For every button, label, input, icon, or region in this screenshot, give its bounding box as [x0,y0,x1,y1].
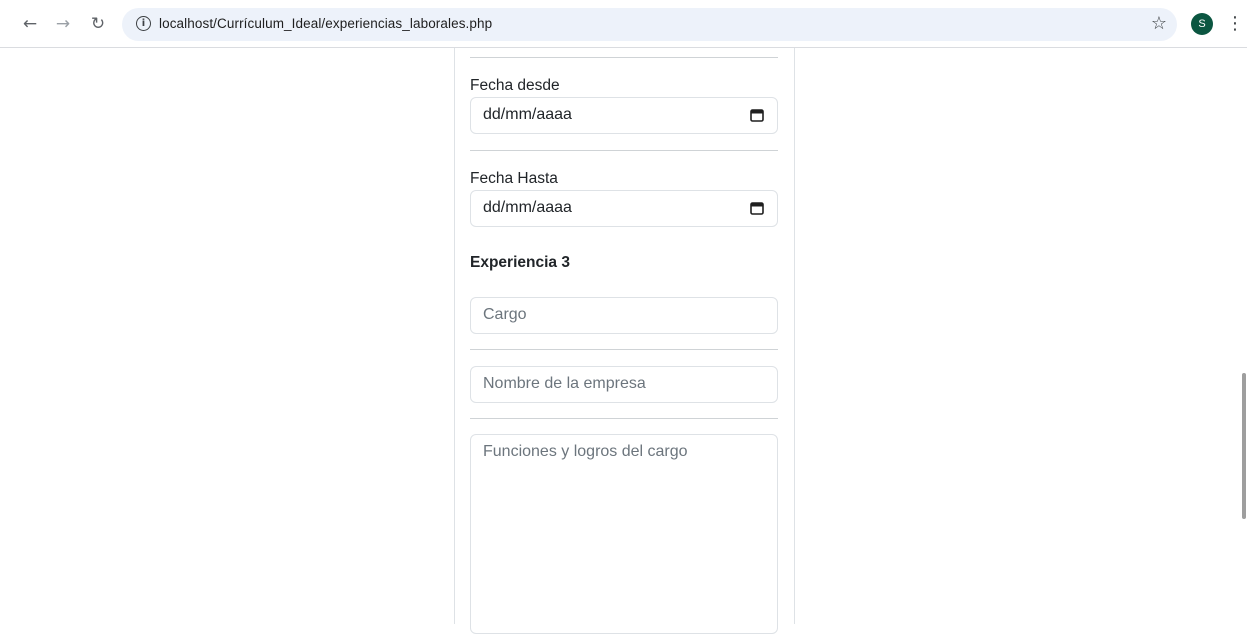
profile-avatar[interactable]: S [1191,13,1213,35]
divider [470,349,778,350]
column-divider-left [454,48,455,624]
browser-toolbar: ← → ↻ i localhost/Currículum_Ideal/exper… [0,0,1247,48]
fecha-hasta-value: dd/mm/aaaa [483,199,572,216]
divider [470,57,778,58]
cargo-input[interactable]: Cargo [470,297,778,334]
experiencia-3-heading: Experiencia 3 [470,254,570,271]
empresa-input[interactable]: Nombre de la empresa [470,366,778,403]
funciones-textarea[interactable]: Funciones y logros del cargo [470,434,778,634]
divider [470,150,778,151]
site-info-icon[interactable]: i [136,16,151,31]
fecha-desde-value: dd/mm/aaaa [483,106,572,123]
page-content: Fecha desde dd/mm/aaaa Fecha Hasta dd/mm… [0,48,1247,634]
fecha-desde-label: Fecha desde [470,77,560,94]
page-scrollbar-track[interactable] [1241,48,1247,624]
fecha-desde-input[interactable]: dd/mm/aaaa [470,97,778,134]
column-divider-right [794,48,795,624]
calendar-icon[interactable] [750,108,764,122]
funciones-placeholder: Funciones y logros del cargo [483,443,688,460]
fecha-hasta-input[interactable]: dd/mm/aaaa [470,190,778,227]
empresa-placeholder: Nombre de la empresa [483,375,646,392]
fecha-hasta-label: Fecha Hasta [470,170,558,187]
cargo-placeholder: Cargo [483,306,527,323]
back-icon[interactable]: ← [18,12,42,36]
calendar-icon[interactable] [750,201,764,215]
bookmark-star-icon[interactable]: ☆ [1151,13,1167,34]
url-text[interactable]: localhost/Currículum_Ideal/experiencias_… [159,16,492,31]
page-scrollbar-thumb[interactable] [1242,373,1246,519]
browser-menu-icon[interactable]: ⋮ [1226,12,1244,36]
divider [470,418,778,419]
forward-icon[interactable]: → [51,12,75,36]
address-bar[interactable]: i localhost/Currículum_Ideal/experiencia… [122,8,1177,41]
reload-icon[interactable]: ↻ [86,12,110,36]
